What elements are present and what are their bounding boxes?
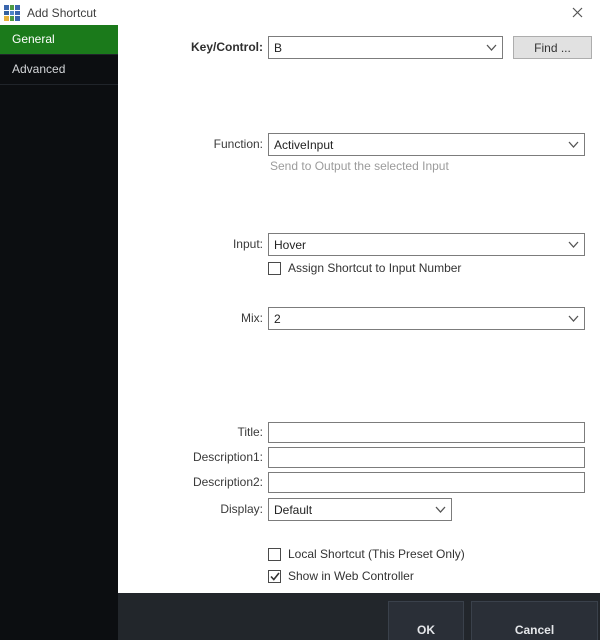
description2-label: Description2:	[192, 475, 263, 489]
window-title: Add Shortcut	[27, 6, 97, 20]
description1-input[interactable]	[268, 447, 585, 468]
chevron-down-icon	[568, 315, 579, 322]
footer-bar: OK Cancel	[118, 593, 600, 640]
chevron-down-icon	[568, 241, 579, 248]
assign-shortcut-label: Assign Shortcut to Input Number	[288, 261, 462, 275]
display-label: Display:	[220, 502, 263, 516]
mix-label: Mix:	[241, 311, 263, 325]
input-dropdown[interactable]: Hover	[268, 233, 585, 256]
input-label: Input:	[232, 237, 263, 251]
title-input[interactable]	[268, 422, 585, 443]
close-icon	[572, 7, 582, 18]
local-shortcut-label: Local Shortcut (This Preset Only)	[288, 547, 465, 561]
cancel-button[interactable]: Cancel	[471, 601, 598, 640]
ok-button[interactable]: OK	[388, 601, 464, 640]
key-control-dropdown[interactable]: B	[268, 36, 503, 59]
mix-value: 2	[274, 312, 281, 326]
description2-input[interactable]	[268, 472, 585, 493]
assign-shortcut-checkbox-row[interactable]: Assign Shortcut to Input Number	[268, 261, 461, 275]
app-grid-icon	[4, 5, 20, 21]
input-value: Hover	[274, 238, 307, 252]
function-value: ActiveInput	[274, 138, 334, 152]
web-controller-label: Show in Web Controller	[288, 569, 414, 583]
assign-shortcut-checkbox[interactable]	[268, 261, 281, 275]
description1-label: Description1:	[192, 450, 263, 464]
general-tab-panel: Key/Control: B Find ... Function: Active…	[118, 25, 600, 593]
local-shortcut-checkbox-row[interactable]: Local Shortcut (This Preset Only)	[268, 547, 465, 561]
sidebar-item-advanced[interactable]: Advanced	[0, 55, 118, 85]
sidebar-item-general[interactable]: General	[0, 25, 118, 55]
function-description: Send to Output the selected Input	[270, 159, 449, 173]
function-dropdown[interactable]: ActiveInput	[268, 133, 585, 156]
function-label: Function:	[213, 137, 263, 151]
title-label: Title:	[237, 425, 263, 439]
key-control-value: B	[274, 41, 283, 55]
chevron-down-icon	[568, 141, 579, 148]
titlebar: Add Shortcut	[0, 0, 600, 25]
close-button[interactable]	[560, 0, 594, 25]
check-icon	[269, 572, 280, 581]
add-shortcut-dialog: Add Shortcut General Advanced Key/Contro…	[0, 0, 600, 640]
web-controller-checkbox-row[interactable]: Show in Web Controller	[268, 569, 414, 583]
chevron-down-icon	[435, 506, 446, 513]
display-value: Default	[274, 503, 313, 517]
display-dropdown[interactable]: Default	[268, 498, 452, 521]
web-controller-checkbox[interactable]	[268, 569, 281, 583]
mix-dropdown[interactable]: 2	[268, 307, 585, 330]
sidebar: General Advanced	[0, 25, 118, 640]
local-shortcut-checkbox[interactable]	[268, 547, 281, 561]
chevron-down-icon	[486, 44, 497, 51]
find-button[interactable]: Find ...	[513, 36, 592, 59]
key-control-label: Key/Control:	[191, 40, 263, 54]
